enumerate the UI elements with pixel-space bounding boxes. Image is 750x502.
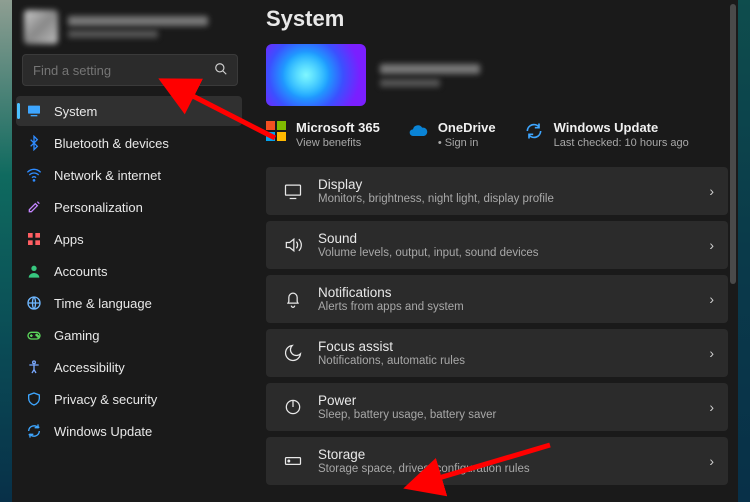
system-icon <box>26 103 42 119</box>
row-focus-assist[interactable]: Focus assist Notifications, automatic ru… <box>266 329 728 377</box>
nav-label: Apps <box>54 232 84 247</box>
chevron-right-icon: › <box>709 291 714 307</box>
device-name-redacted <box>380 64 480 74</box>
person-icon <box>26 263 42 279</box>
sound-icon <box>280 235 306 255</box>
windows-update-icon <box>524 121 544 141</box>
row-title: Notifications <box>318 285 709 300</box>
microsoft-365-icon <box>266 121 286 141</box>
tile-title: Windows Update <box>554 120 689 135</box>
row-sub: Alerts from apps and system <box>318 301 709 313</box>
search-box[interactable] <box>22 54 238 86</box>
accessibility-icon <box>26 359 42 375</box>
moon-icon <box>280 343 306 363</box>
row-title: Focus assist <box>318 339 709 354</box>
row-power[interactable]: Power Sleep, battery usage, battery save… <box>266 383 728 431</box>
sidebar-item-system[interactable]: System <box>16 96 242 126</box>
row-display[interactable]: Display Monitors, brightness, night ligh… <box>266 167 728 215</box>
row-sub: Sleep, battery usage, battery saver <box>318 409 709 421</box>
sidebar-item-windows-update[interactable]: Windows Update <box>16 416 242 446</box>
chevron-right-icon: › <box>709 237 714 253</box>
sidebar-item-apps[interactable]: Apps <box>16 224 242 254</box>
nav-label: Gaming <box>54 328 100 343</box>
sidebar-item-privacy[interactable]: Privacy & security <box>16 384 242 414</box>
nav-list: System Bluetooth & devices Network & int… <box>16 96 242 446</box>
sidebar-item-network[interactable]: Network & internet <box>16 160 242 190</box>
status-tiles: Microsoft 365 View benefits OneDrive • S… <box>266 120 728 167</box>
tile-onedrive[interactable]: OneDrive • Sign in <box>408 120 496 149</box>
sidebar: System Bluetooth & devices Network & int… <box>12 0 250 502</box>
nav-label: Time & language <box>54 296 152 311</box>
nav-label: Personalization <box>54 200 143 215</box>
display-icon <box>280 181 306 201</box>
main-pane: System Microsoft 365 View benefits <box>250 0 738 502</box>
sidebar-item-personalization[interactable]: Personalization <box>16 192 242 222</box>
sidebar-item-time[interactable]: Time & language <box>16 288 242 318</box>
bell-icon <box>280 289 306 309</box>
nav-label: Windows Update <box>54 424 152 439</box>
sidebar-item-accessibility[interactable]: Accessibility <box>16 352 242 382</box>
scrollbar[interactable] <box>730 4 736 498</box>
row-sub: Monitors, brightness, night light, displ… <box>318 193 709 205</box>
sidebar-item-accounts[interactable]: Accounts <box>16 256 242 286</box>
page-title: System <box>266 0 728 44</box>
account-name-redacted <box>68 16 208 26</box>
row-sub: Notifications, automatic rules <box>318 355 709 367</box>
avatar <box>24 10 58 44</box>
tile-sub: View benefits <box>296 137 380 149</box>
row-notifications[interactable]: Notifications Alerts from apps and syste… <box>266 275 728 323</box>
chevron-right-icon: › <box>709 345 714 361</box>
onedrive-icon <box>408 121 428 141</box>
sync-icon <box>26 423 42 439</box>
search-icon <box>214 62 228 79</box>
row-storage[interactable]: Storage Storage space, drives, configura… <box>266 437 728 485</box>
nav-label: Network & internet <box>54 168 161 183</box>
wifi-icon <box>26 167 42 183</box>
row-title: Power <box>318 393 709 408</box>
apps-icon <box>26 231 42 247</box>
brush-icon <box>26 199 42 215</box>
tile-title: OneDrive <box>438 120 496 135</box>
tile-title: Microsoft 365 <box>296 120 380 135</box>
desktop-edge-strip <box>0 0 12 502</box>
nav-label: Bluetooth & devices <box>54 136 169 151</box>
device-header <box>266 44 728 120</box>
nav-label: System <box>54 104 97 119</box>
scrollbar-thumb[interactable] <box>730 4 736 284</box>
nav-label: Accessibility <box>54 360 125 375</box>
device-name-block <box>380 64 480 87</box>
account-header[interactable] <box>16 6 242 54</box>
tile-microsoft-365[interactable]: Microsoft 365 View benefits <box>266 120 380 149</box>
bluetooth-icon <box>26 135 42 151</box>
row-title: Sound <box>318 231 709 246</box>
row-sub: Storage space, drives, configuration rul… <box>318 463 709 475</box>
wallpaper-thumbnail[interactable] <box>266 44 366 106</box>
shield-icon <box>26 391 42 407</box>
sidebar-item-bluetooth[interactable]: Bluetooth & devices <box>16 128 242 158</box>
settings-window: System Bluetooth & devices Network & int… <box>12 0 738 502</box>
gamepad-icon <box>26 327 42 343</box>
tile-sub: Last checked: 10 hours ago <box>554 137 689 149</box>
tile-sub: • Sign in <box>438 137 496 149</box>
storage-icon <box>280 451 306 471</box>
nav-label: Accounts <box>54 264 107 279</box>
chevron-right-icon: › <box>709 183 714 199</box>
row-sound[interactable]: Sound Volume levels, output, input, soun… <box>266 221 728 269</box>
globe-icon <box>26 295 42 311</box>
row-sub: Volume levels, output, input, sound devi… <box>318 247 709 259</box>
device-model-redacted <box>380 79 440 87</box>
account-name-block <box>68 16 208 38</box>
row-title: Display <box>318 177 709 192</box>
search-input[interactable] <box>22 54 238 86</box>
tile-windows-update[interactable]: Windows Update Last checked: 10 hours ag… <box>524 120 689 149</box>
settings-list: Display Monitors, brightness, night ligh… <box>266 167 728 495</box>
chevron-right-icon: › <box>709 399 714 415</box>
sidebar-item-gaming[interactable]: Gaming <box>16 320 242 350</box>
chevron-right-icon: › <box>709 453 714 469</box>
account-email-redacted <box>68 30 158 38</box>
nav-label: Privacy & security <box>54 392 157 407</box>
row-title: Storage <box>318 447 709 462</box>
power-icon <box>280 397 306 417</box>
